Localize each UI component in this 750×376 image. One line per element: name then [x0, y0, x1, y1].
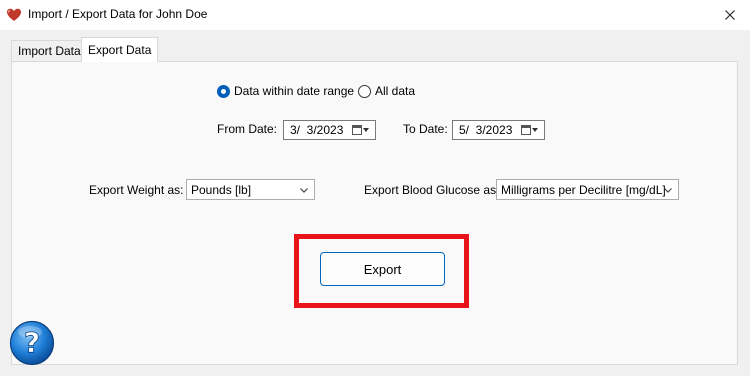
- from-date-value: 3/ 3/2023: [290, 123, 344, 137]
- export-button-label: Export: [363, 261, 402, 277]
- heart-icon: [7, 8, 21, 21]
- help-icon[interactable]: ?: [9, 320, 55, 366]
- tab-label: Export Data: [88, 43, 152, 57]
- weight-label: Export Weight as:: [89, 183, 184, 197]
- from-date-label: From Date:: [217, 122, 278, 136]
- glucose-unit-select[interactable]: Milligrams per Decilitre [mg/dL]: [496, 179, 679, 200]
- tab-import-data[interactable]: Import Data: [11, 40, 88, 61]
- radio-unchecked-icon: [358, 84, 371, 98]
- to-date-label: To Date:: [403, 122, 448, 136]
- export-button[interactable]: Export: [320, 252, 445, 286]
- close-button[interactable]: [710, 0, 750, 30]
- title-bar: Import / Export Data for John Doe: [0, 0, 750, 30]
- close-icon: [725, 10, 735, 20]
- glucose-unit-value: Milligrams per Decilitre [mg/dL]: [501, 182, 666, 197]
- to-date-value: 5/ 3/2023: [459, 123, 513, 137]
- dropdown-arrow-icon: [532, 128, 538, 132]
- all-data-radio[interactable]: All data: [358, 84, 415, 98]
- calendar-dropdown-button[interactable]: [521, 123, 541, 137]
- tab-export-data[interactable]: Export Data: [81, 37, 159, 62]
- window-title: Import / Export Data for John Doe: [28, 7, 208, 21]
- radio-checked-icon: [217, 84, 230, 98]
- chevron-down-icon: [300, 188, 308, 193]
- calendar-icon: [521, 125, 531, 135]
- dropdown-arrow-icon: [363, 128, 369, 132]
- to-date-picker[interactable]: 5/ 3/2023: [452, 120, 545, 140]
- help-glyph: ?: [24, 326, 40, 359]
- glucose-label: Export Blood Glucose as:: [364, 183, 500, 197]
- chevron-down-icon: [664, 188, 672, 193]
- calendar-dropdown-button[interactable]: [352, 123, 372, 137]
- weight-unit-select[interactable]: Pounds [lb]: [186, 179, 315, 200]
- tab-label: Import Data: [18, 44, 81, 58]
- date-range-radio-label: Data within date range: [234, 84, 355, 98]
- calendar-icon: [352, 125, 362, 135]
- date-range-radio[interactable]: Data within date range: [217, 84, 354, 98]
- all-data-radio-label: All data: [375, 84, 416, 98]
- from-date-picker[interactable]: 3/ 3/2023: [283, 120, 376, 140]
- export-panel: [11, 61, 738, 365]
- weight-unit-value: Pounds [lb]: [191, 182, 252, 197]
